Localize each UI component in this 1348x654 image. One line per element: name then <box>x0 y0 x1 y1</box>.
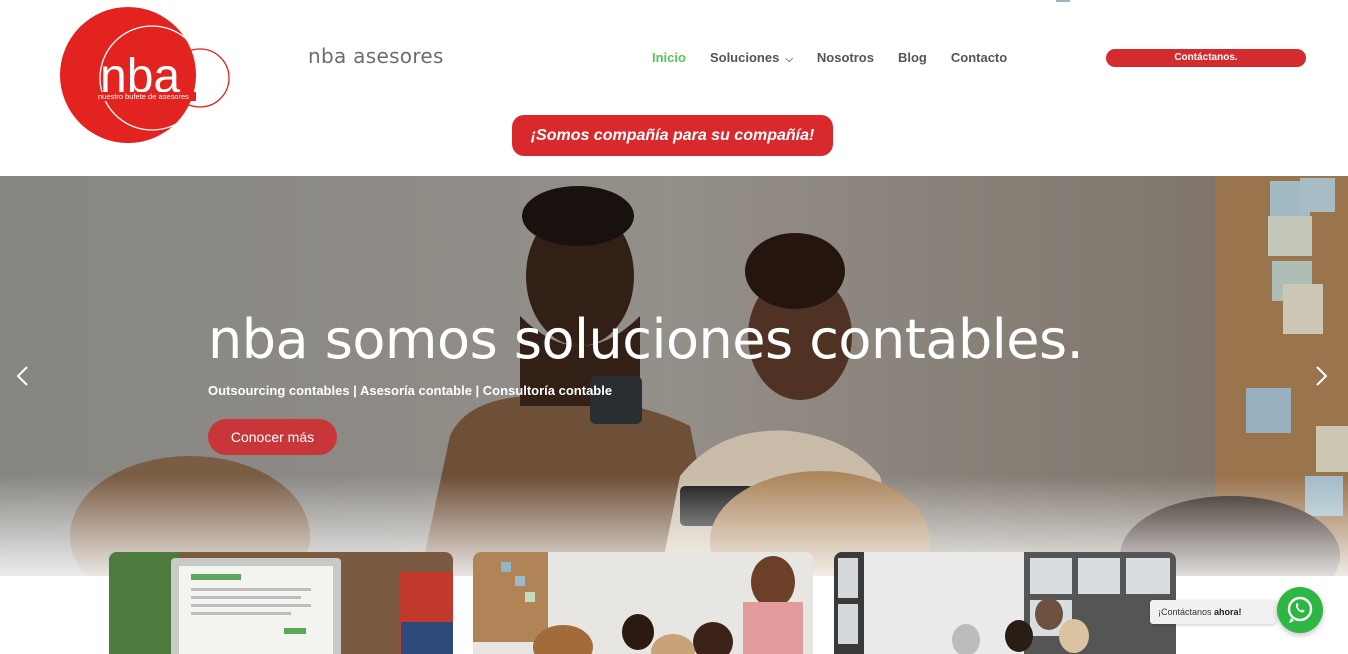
hero-subtitle: Outsourcing contables | Asesoría contabl… <box>208 383 613 398</box>
nav-item-blog[interactable]: Blog <box>898 50 927 65</box>
whatsapp-tooltip-text: ¡Contáctanos <box>1158 607 1215 617</box>
feature-card-team[interactable] <box>473 552 813 654</box>
team-meeting-image <box>473 552 813 654</box>
logo-tagline: nuestro bufete de asesores <box>98 92 189 101</box>
nav-item-soluciones-label: Soluciones <box>709 50 780 65</box>
main-nav: Inicio Soluciones ⌵ Nosotros Blog Contact… <box>652 50 1031 65</box>
nav-item-nosotros[interactable]: Nosotros <box>817 50 874 65</box>
slogan-button[interactable]: ¡Somos compañía para su compañía! <box>512 115 833 156</box>
hero-background-image <box>0 176 1348 576</box>
chevron-right-icon[interactable] <box>1311 364 1331 388</box>
whatsapp-icon <box>1287 596 1313 623</box>
laptop-spreadsheet-image <box>109 552 453 654</box>
contact-cta-button[interactable]: Contáctanos. <box>1106 49 1306 67</box>
brand-name: nba asesores <box>308 44 444 68</box>
nav-item-contacto[interactable]: Contacto <box>951 50 1007 65</box>
chevron-left-icon[interactable] <box>13 364 33 388</box>
top-decorative-line <box>1056 0 1070 2</box>
logo[interactable]: nba nuestro bufete de asesores <box>60 6 232 144</box>
whatsapp-button[interactable] <box>1277 587 1323 633</box>
chevron-down-icon: ⌵ <box>785 54 793 65</box>
nav-item-inicio[interactable]: Inicio <box>652 50 686 65</box>
feature-card-accounting[interactable] <box>109 552 453 654</box>
conocer-mas-button[interactable]: Conocer más <box>208 419 337 455</box>
nav-item-soluciones[interactable]: Soluciones ⌵ <box>710 50 793 65</box>
hero-title: nba somos soluciones contables. <box>208 308 1084 371</box>
site-header: nba nuestro bufete de asesores nba aseso… <box>0 0 1348 176</box>
hero-slider: nba somos soluciones contables. Outsourc… <box>0 176 1348 576</box>
office-meeting-image <box>834 552 1176 654</box>
whatsapp-tooltip-bold: ahora! <box>1214 607 1242 617</box>
whatsapp-tooltip[interactable]: ¡Contáctanos ahora! <box>1150 600 1276 624</box>
feature-card-office[interactable] <box>834 552 1176 654</box>
